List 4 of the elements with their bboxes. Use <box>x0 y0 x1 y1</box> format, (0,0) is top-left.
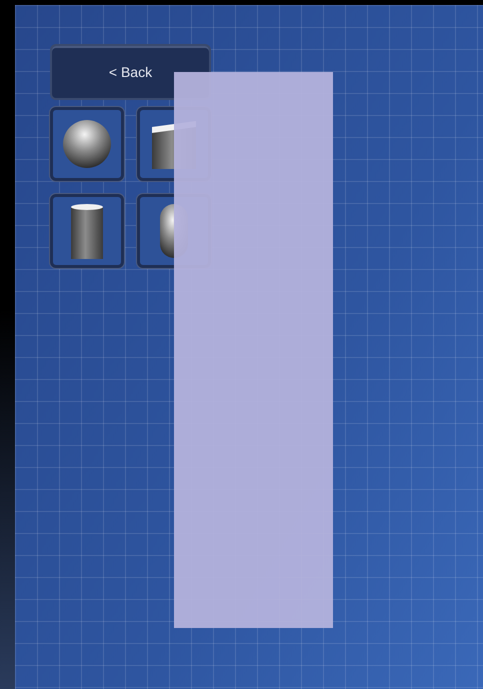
sphere-icon <box>62 119 112 169</box>
shape-button[interactable] <box>50 194 124 268</box>
shape-button[interactable] <box>50 107 124 181</box>
cylinder-icon <box>71 203 103 259</box>
